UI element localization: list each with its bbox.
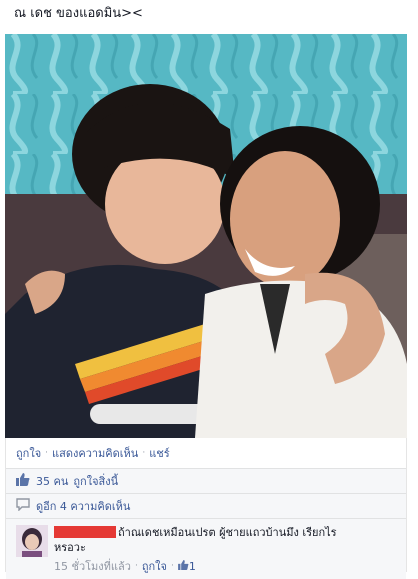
comment-item: ถ้าณเดชเหมือนเปรต ผู้ชายแถวบ้านมึง เรียก… bbox=[6, 518, 406, 579]
comment-text-line1: ถ้าณเดชเหมือนเปรต ผู้ชายแถวบ้านมึง เรียก… bbox=[118, 526, 337, 539]
like-link[interactable]: ถูกใจ bbox=[16, 444, 41, 462]
redacted-name bbox=[54, 526, 116, 538]
likes-label: ถูกใจสิ่งนี้ bbox=[73, 475, 119, 488]
comment-like-link[interactable]: ถูกใจ bbox=[142, 557, 167, 575]
comment-time[interactable]: 15 ชั่วโมงที่แล้ว bbox=[54, 557, 131, 575]
likes-count-link[interactable]: 35 คน bbox=[36, 472, 68, 490]
view-more-label: ดูอีก 4 ความคิดเห็น bbox=[36, 500, 131, 513]
post-feedback: ถูกใจ · แสดงความคิดเห็น · แชร์ 35 คน ถูก… bbox=[5, 438, 407, 579]
post-photo[interactable] bbox=[5, 34, 407, 438]
view-more-comments[interactable]: ดูอีก 4 ความคิดเห็น bbox=[6, 493, 406, 518]
separator-dot: · bbox=[45, 448, 49, 458]
thumbs-up-icon bbox=[16, 473, 30, 489]
comment-link[interactable]: แสดงความคิดเห็น bbox=[52, 444, 138, 462]
comment-like-count[interactable]: 1 bbox=[189, 560, 196, 573]
separator-dot: · bbox=[170, 561, 174, 571]
share-link[interactable]: แชร์ bbox=[149, 444, 169, 462]
comment-body: ถ้าณเดชเหมือนเปรต ผู้ชายแถวบ้านมึง เรียก… bbox=[54, 525, 337, 555]
separator-dot: · bbox=[142, 448, 146, 458]
feedback-area: 35 คน ถูกใจสิ่งนี้ ดูอีก 4 ความคิดเห็น ถ… bbox=[6, 468, 406, 579]
comment-text-line2: หรอวะ bbox=[54, 541, 86, 554]
post-text: ณ เดช ของแอดมิน>< bbox=[14, 6, 143, 21]
photo-illustration bbox=[5, 34, 407, 438]
post-actions-bar: ถูกใจ · แสดงความคิดเห็น · แชร์ bbox=[6, 438, 406, 468]
commenter-avatar[interactable] bbox=[16, 525, 48, 557]
likes-row: 35 คน ถูกใจสิ่งนี้ bbox=[6, 468, 406, 493]
comment-meta: 15 ชั่วโมงที่แล้ว · ถูกใจ · 1 bbox=[54, 557, 337, 575]
comment-bubble-icon bbox=[16, 498, 30, 514]
separator-dot: · bbox=[134, 561, 138, 571]
comment-like-thumb-icon bbox=[177, 559, 189, 573]
